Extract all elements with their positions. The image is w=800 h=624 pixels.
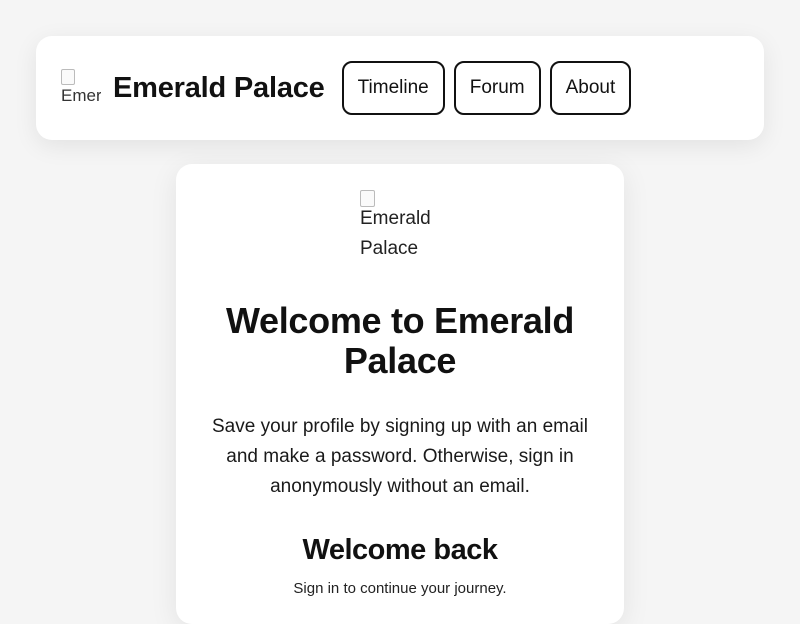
welcome-card: Emerald Palace Welcome to Emerald Palace… (176, 164, 624, 624)
welcome-description: Save your profile by signing up with an … (212, 416, 588, 497)
card-logo-image: Emerald Palace (360, 190, 440, 270)
brand-name[interactable]: Emerald Palace (113, 72, 325, 105)
broken-image-icon (61, 69, 75, 85)
signin-heading: Welcome back (302, 534, 498, 566)
site-logo-alt-text: Emerald Palace (61, 86, 101, 105)
nav-timeline-button[interactable]: Timeline (341, 61, 445, 115)
nav-links: Timeline Forum About (341, 61, 632, 115)
card-logo-alt-text: Emerald Palace (360, 208, 431, 259)
top-navbar: Emerald Palace Emerald Palace Timeline F… (36, 36, 764, 140)
nav-forum-button[interactable]: Forum (453, 61, 541, 115)
nav-about-button[interactable]: About (549, 61, 632, 115)
welcome-heading: Welcome to Emerald Palace (225, 300, 575, 381)
signin-subtitle: Sign in to continue your journey. (293, 580, 507, 597)
site-logo-image[interactable]: Emerald Palace (61, 68, 101, 108)
